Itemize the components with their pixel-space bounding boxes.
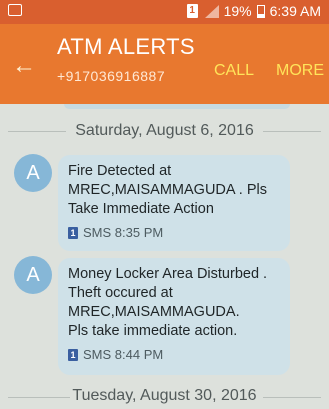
message-timestamp: SMS 8:35 PM (83, 225, 164, 240)
date-divider-line (263, 131, 321, 132)
call-button[interactable]: CALL (214, 62, 254, 80)
sim-icon: 1 (68, 348, 78, 361)
sender-avatar[interactable]: A (14, 256, 52, 294)
message-meta: 1 SMS 8:35 PM (68, 223, 280, 242)
battery-percent: 19% (223, 3, 252, 19)
message-text: Fire Detected at MREC,MAISAMMAGUDA . Pls… (68, 163, 267, 217)
sim-icon: 1 (186, 4, 198, 18)
status-bar: 1 19% 6:39 AM (0, 0, 329, 24)
message-bubble[interactable]: Money Locker Area Disturbed . Theft occu… (58, 258, 290, 375)
status-indicators: 1 19% 6:39 AM (186, 3, 321, 19)
date-separator: Tuesday, August 30, 2016 (72, 387, 257, 404)
back-arrow-icon[interactable]: ← (12, 54, 36, 78)
contact-name: ATM ALERTS (57, 34, 195, 59)
clock: 6:39 AM (269, 3, 321, 19)
more-button[interactable]: MORE (276, 62, 324, 80)
message-bubble[interactable]: Fire Detected at MREC,MAISAMMAGUDA . Pls… (58, 155, 290, 251)
battery-icon (256, 4, 265, 18)
signal-icon (203, 4, 219, 18)
sim-icon: 1 (68, 226, 78, 239)
message-timestamp: SMS 8:44 PM (83, 347, 164, 362)
message-meta: 1 SMS 8:44 PM (68, 345, 280, 364)
previous-bubble-edge (64, 104, 290, 109)
date-divider-line (263, 397, 321, 398)
sender-avatar[interactable]: A (14, 154, 52, 192)
conversation-header: ← ATM ALERTS +917036916887 CALL MORE (0, 24, 329, 104)
message-notification-icon (8, 4, 22, 16)
message-text: Money Locker Area Disturbed . Theft occu… (68, 266, 268, 339)
contact-phone: +917036916887 (57, 68, 166, 84)
message-list[interactable]: Saturday, August 6, 2016 A Fire Detected… (0, 104, 329, 409)
